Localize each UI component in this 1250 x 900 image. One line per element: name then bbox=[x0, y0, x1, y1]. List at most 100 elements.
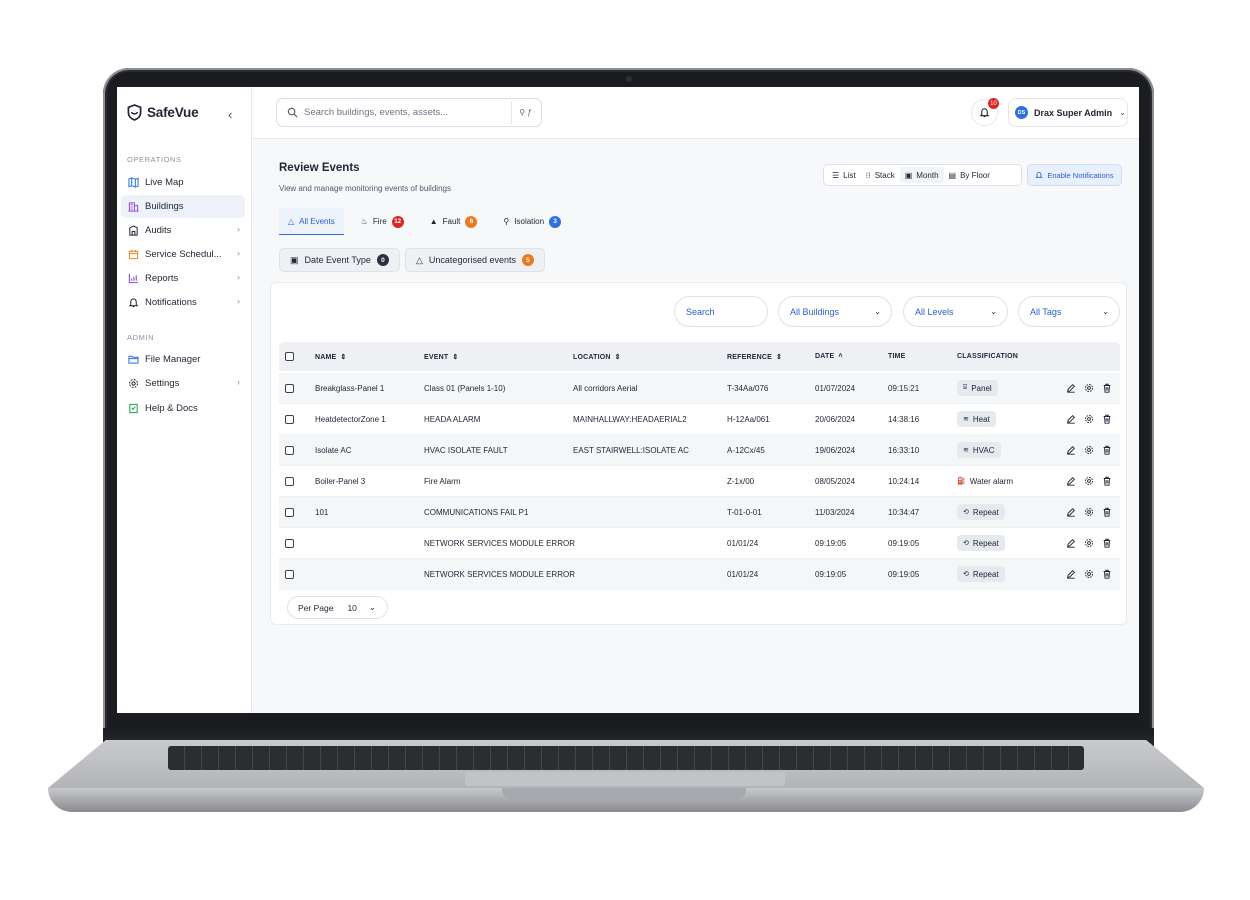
table-row[interactable]: NETWORK SERVICES MODULE ERROR 01/01/24 09:… bbox=[279, 528, 1120, 559]
chevron-right-icon: › bbox=[237, 224, 240, 234]
cell-location: All corridors Aerial bbox=[573, 384, 638, 393]
classification-label: Water alarm bbox=[969, 476, 1013, 486]
edit-icon[interactable] bbox=[1066, 445, 1076, 455]
list-icon: ☰ bbox=[832, 170, 840, 180]
gear-icon[interactable] bbox=[1084, 538, 1094, 548]
sidebar-item-audits[interactable]: Audits › bbox=[121, 219, 245, 242]
trash-icon[interactable] bbox=[1102, 476, 1112, 486]
sidebar-item-label: Audits bbox=[145, 225, 172, 236]
fire-icon: ♨ bbox=[360, 217, 368, 226]
view-by-floor-button[interactable]: ▤ By Floor bbox=[944, 167, 995, 183]
gear-icon[interactable] bbox=[1084, 476, 1094, 486]
laptop-trackpad bbox=[465, 772, 785, 786]
user-menu-button[interactable]: DS Drax Super Admin ⌄ bbox=[1008, 98, 1128, 127]
brand[interactable]: SafeVue bbox=[127, 104, 199, 121]
edit-icon[interactable] bbox=[1066, 507, 1076, 517]
row-checkbox[interactable] bbox=[285, 570, 294, 579]
edit-icon[interactable] bbox=[1066, 383, 1076, 393]
view-stack-button[interactable]: ⁝⁝ Stack bbox=[861, 167, 900, 183]
row-checkbox[interactable] bbox=[285, 446, 294, 455]
column-label: TIME bbox=[888, 353, 906, 360]
water-icon: ⛽ bbox=[957, 478, 966, 485]
edit-icon[interactable] bbox=[1066, 569, 1076, 579]
cell-reference: H-12Aa/061 bbox=[727, 415, 770, 424]
table-row[interactable]: 101 COMMUNICATIONS FAIL P1 T-01-0-01 11/03/… bbox=[279, 497, 1120, 528]
per-page-label: Per Page bbox=[298, 602, 334, 613]
trash-icon[interactable] bbox=[1102, 569, 1112, 579]
table-header: NAME ⇕ EVENT ⇕ LOCATION ⇕ REFERENCE ⇕ DATE ˄ … bbox=[279, 342, 1120, 371]
column-label: EVENT bbox=[424, 353, 449, 361]
column-header-classification: CLASSIFICATION bbox=[957, 353, 1018, 360]
sidebar-item-file-manager[interactable]: File Manager bbox=[121, 348, 245, 371]
classification-tag: ⟲ Repeat bbox=[957, 504, 1005, 520]
cell-date: 09:19:05 bbox=[815, 539, 847, 548]
date-event-type-chip[interactable]: ▣ Date Event Type 0 bbox=[279, 248, 400, 272]
table-search-field[interactable]: Search bbox=[674, 296, 768, 327]
search-icon bbox=[287, 107, 298, 118]
row-checkbox[interactable] bbox=[285, 477, 294, 486]
gear-icon[interactable] bbox=[1084, 507, 1094, 517]
column-header-event[interactable]: EVENT ⇕ bbox=[424, 353, 459, 362]
table-row[interactable]: Isolate AC HVAC ISOLATE FAULT EAST STAIRWE… bbox=[279, 435, 1120, 466]
sidebar-item-buildings[interactable]: Buildings bbox=[121, 195, 245, 218]
uncategorised-events-chip[interactable]: △ Uncategorised events 5 bbox=[405, 248, 545, 272]
table-row[interactable]: Boiler-Panel 3 Fire Alarm Z-1x/00 08/05/202… bbox=[279, 466, 1120, 497]
column-header-date[interactable]: DATE ˄ bbox=[815, 353, 843, 360]
view-month-button[interactable]: ▣ Month bbox=[899, 167, 944, 183]
buildings-select[interactable]: All Buildings ⌄ bbox=[778, 296, 892, 327]
gear-icon[interactable] bbox=[1084, 414, 1094, 424]
trash-icon[interactable] bbox=[1102, 414, 1112, 424]
tab-all-events[interactable]: △ All Events bbox=[279, 208, 344, 235]
column-header-name[interactable]: NAME ⇕ bbox=[315, 353, 347, 362]
chevron-down-icon: ⌄ bbox=[368, 602, 377, 612]
trash-icon[interactable] bbox=[1102, 445, 1112, 455]
sort-icon: ⇕ bbox=[452, 354, 459, 361]
gear-icon[interactable] bbox=[1084, 569, 1094, 579]
table-row[interactable]: Breakglass-Panel 1 Class 01 (Panels 1-10)… bbox=[279, 373, 1120, 404]
chevron-left-icon[interactable]: ‹ bbox=[228, 107, 232, 122]
table-row[interactable]: NETWORK SERVICES MODULE ERROR 01/01/24 09:… bbox=[279, 559, 1120, 590]
sidebar-item-notifications[interactable]: Notifications › bbox=[121, 291, 245, 314]
row-checkbox[interactable] bbox=[285, 415, 294, 424]
cell-reference: Z-1x/00 bbox=[727, 477, 755, 486]
tab-fire[interactable]: ♨ Fire 12 bbox=[352, 208, 413, 235]
enable-notifications-button[interactable]: Enable Notifications bbox=[1027, 164, 1122, 186]
global-search-input[interactable] bbox=[304, 107, 504, 118]
sidebar-item-service-schedule[interactable]: Service Schedul... › bbox=[121, 243, 245, 266]
table-row[interactable]: HeatdetectorZone 1 HEADA ALARM MAINHALLWAY… bbox=[279, 404, 1120, 435]
trash-icon[interactable] bbox=[1102, 538, 1112, 548]
row-checkbox[interactable] bbox=[285, 384, 294, 393]
gear-icon[interactable] bbox=[1084, 383, 1094, 393]
sidebar-item-live-map[interactable]: Live Map bbox=[121, 171, 245, 194]
tab-fault[interactable]: ▲ Fault 6 bbox=[421, 208, 487, 235]
gear-icon[interactable] bbox=[1084, 445, 1094, 455]
brand-name: SafeVue bbox=[147, 105, 199, 120]
chevron-right-icon: › bbox=[237, 377, 240, 387]
tab-label: Isolation bbox=[514, 217, 545, 226]
levels-select[interactable]: All Levels ⌄ bbox=[903, 296, 1008, 327]
row-checkbox[interactable] bbox=[285, 508, 294, 517]
section-label-admin: ADMIN bbox=[127, 333, 155, 342]
bell-icon bbox=[128, 297, 139, 308]
edit-icon[interactable] bbox=[1066, 476, 1076, 486]
row-checkbox[interactable] bbox=[285, 539, 294, 548]
trash-icon[interactable] bbox=[1102, 507, 1112, 517]
sidebar-item-help-docs[interactable]: Help & Docs bbox=[121, 397, 245, 420]
column-header-reference[interactable]: REFERENCE ⇕ bbox=[727, 353, 782, 362]
trash-icon[interactable] bbox=[1102, 383, 1112, 393]
per-page-select[interactable]: 10 ⌄ bbox=[347, 602, 376, 613]
sidebar-item-label: File Manager bbox=[145, 354, 201, 365]
edit-icon[interactable] bbox=[1066, 414, 1076, 424]
select-all-checkbox[interactable] bbox=[285, 352, 294, 361]
cell-time: 09:15:21 bbox=[888, 384, 920, 393]
edit-icon[interactable] bbox=[1066, 538, 1076, 548]
search-filter-button[interactable]: ⚲ ƒ bbox=[511, 101, 539, 124]
sidebar-item-reports[interactable]: Reports › bbox=[121, 267, 245, 290]
tags-select[interactable]: All Tags ⌄ bbox=[1018, 296, 1120, 327]
cell-reference: A-12Cx/45 bbox=[727, 446, 765, 455]
tab-isolation[interactable]: ⚲ Isolation 3 bbox=[494, 208, 570, 235]
column-header-location[interactable]: LOCATION ⇕ bbox=[573, 353, 621, 362]
sidebar-item-label: Settings bbox=[145, 378, 180, 389]
view-list-button[interactable]: ☰ List bbox=[827, 167, 861, 183]
sidebar-item-settings[interactable]: Settings › bbox=[121, 372, 245, 395]
